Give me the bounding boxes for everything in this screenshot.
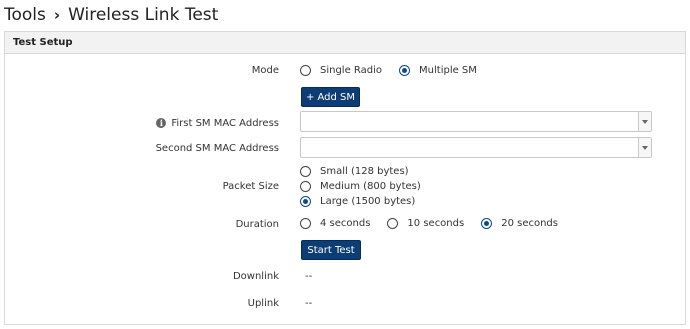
mode-radio-group: Single Radio Multiple SM bbox=[300, 62, 477, 78]
radio-label: Medium (800 bytes) bbox=[320, 180, 421, 192]
first-sm-mac-select[interactable] bbox=[300, 111, 652, 132]
downlink-value: -- bbox=[305, 270, 313, 282]
add-sm-button[interactable]: + Add SM bbox=[301, 87, 360, 107]
radio-button-icon[interactable] bbox=[300, 180, 311, 192]
chevron-down-icon[interactable] bbox=[638, 112, 651, 131]
mode-multiple-sm-option[interactable]: Multiple SM bbox=[399, 64, 477, 76]
duration-10-seconds-option[interactable]: 10 seconds bbox=[387, 217, 465, 229]
chevron-down-icon[interactable] bbox=[638, 138, 651, 157]
packet-size-label: Packet Size bbox=[222, 180, 279, 192]
duration-20-seconds-option[interactable]: 20 seconds bbox=[481, 217, 558, 229]
panel-header: Test Setup bbox=[5, 32, 685, 54]
radio-label: Single Radio bbox=[320, 64, 383, 76]
radio-label: Multiple SM bbox=[419, 64, 477, 76]
uplink-label: Uplink bbox=[247, 297, 279, 309]
test-setup-panel: Test Setup Mode Single Radio Multiple SM… bbox=[4, 31, 686, 325]
packet-size-small-option[interactable]: Small (128 bytes) bbox=[300, 163, 409, 179]
radio-button-icon[interactable] bbox=[387, 217, 399, 229]
packet-size-medium-option[interactable]: Medium (800 bytes) bbox=[300, 178, 421, 194]
second-sm-mac-label: Second SM MAC Address bbox=[155, 142, 279, 154]
start-test-button[interactable]: Start Test bbox=[301, 240, 361, 260]
packet-size-large-option[interactable]: Large (1500 bytes) bbox=[300, 193, 415, 209]
uplink-value: -- bbox=[305, 297, 313, 309]
breadcrumb: Tools › Wireless Link Test bbox=[4, 2, 218, 28]
panel-title: Test Setup bbox=[13, 37, 73, 48]
breadcrumb-root[interactable]: Tools bbox=[4, 5, 46, 25]
radio-button-checked-icon[interactable] bbox=[399, 64, 411, 76]
radio-label: Large (1500 bytes) bbox=[320, 195, 416, 207]
radio-button-icon[interactable] bbox=[300, 64, 311, 76]
second-sm-mac-select[interactable] bbox=[300, 137, 652, 158]
radio-label: Small (128 bytes) bbox=[320, 165, 409, 177]
radio-button-icon[interactable] bbox=[300, 217, 311, 229]
radio-label: 4 seconds bbox=[320, 217, 371, 229]
breadcrumb-separator-icon: › bbox=[53, 6, 61, 24]
radio-button-checked-icon[interactable] bbox=[481, 217, 493, 229]
first-sm-mac-label: i First SM MAC Address bbox=[156, 115, 279, 131]
info-icon[interactable]: i bbox=[156, 118, 167, 128]
radio-button-icon[interactable] bbox=[300, 165, 311, 177]
duration-radio-group: 4 seconds 10 seconds 20 seconds bbox=[300, 215, 558, 231]
page-title: Wireless Link Test bbox=[68, 5, 219, 25]
mode-single-radio-option[interactable]: Single Radio bbox=[300, 64, 383, 76]
downlink-label: Downlink bbox=[232, 270, 279, 282]
radio-button-checked-icon[interactable] bbox=[300, 195, 311, 207]
radio-label: 10 seconds bbox=[407, 217, 465, 229]
radio-label: 20 seconds bbox=[501, 217, 558, 229]
duration-4-seconds-option[interactable]: 4 seconds bbox=[300, 217, 371, 229]
duration-label: Duration bbox=[235, 218, 279, 230]
mode-label: Mode bbox=[251, 64, 279, 76]
